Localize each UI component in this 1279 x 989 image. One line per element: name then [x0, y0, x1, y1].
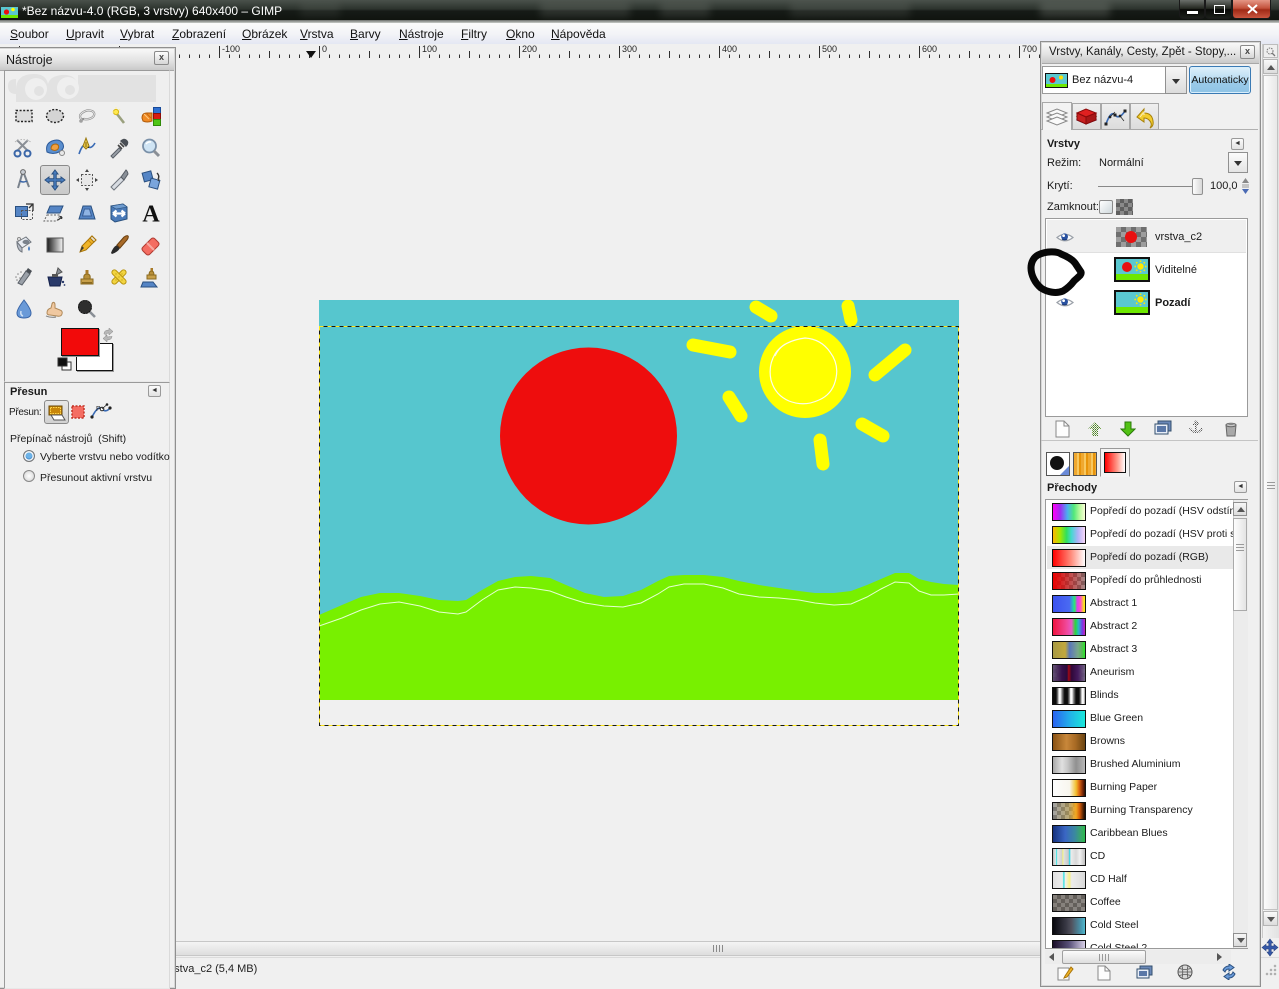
svg-text:A: A: [142, 202, 160, 226]
svg-text:P: P: [96, 406, 101, 413]
